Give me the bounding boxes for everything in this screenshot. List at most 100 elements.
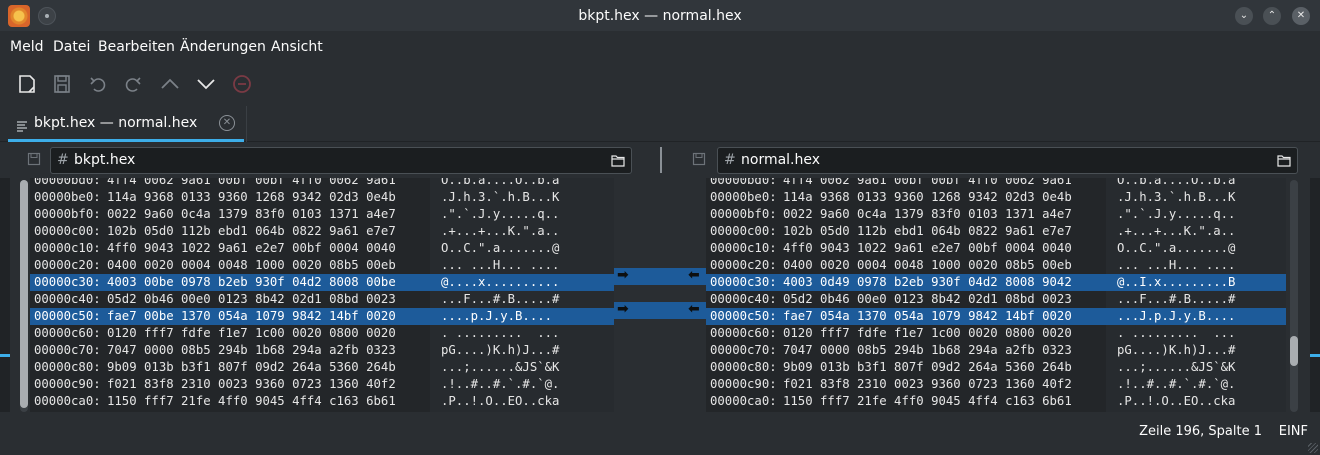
- hex-address: 00000c50:: [34, 309, 101, 323]
- hex-line[interactable]: 00000c90: f021 83f8 2310 0023 9360 0723 1…: [30, 376, 614, 393]
- left-file-chooser[interactable]: # bkpt.hex: [50, 147, 632, 174]
- hex-line[interactable]: 00000c00: 102b 05d0 112b ebd1 064b 0822 9…: [30, 223, 614, 240]
- left-overview-strip[interactable]: [0, 178, 10, 412]
- hex-address: 00000c80:: [34, 360, 101, 374]
- hex-ascii: .J.h.3.`.h.B...K: [441, 190, 560, 204]
- right-save-icon[interactable]: [692, 152, 706, 166]
- redo-icon[interactable]: [121, 72, 145, 96]
- menu-bar: Meld Datei Bearbeiten Änderungen Ansicht: [0, 32, 1320, 62]
- hex-ascii: .+...+...K.".a..: [441, 224, 560, 238]
- hex-line[interactable]: 00000be0: 114a 9368 0133 9360 1268 9342 0…: [30, 189, 614, 206]
- hex-line[interactable]: 00000c40: 05d2 0b46 00e0 0123 8b42 02d1 0…: [30, 291, 614, 308]
- hex-line[interactable]: 00000bf0: 0022 9a60 0c4a 1379 83f0 0103 1…: [30, 206, 614, 223]
- save-icon[interactable]: [50, 72, 74, 96]
- new-document-icon[interactable]: [15, 72, 39, 96]
- hex-address: 00000c40:: [34, 292, 101, 306]
- hex-address: 00000c70:: [710, 343, 777, 357]
- hex-bytes: 9b09 013b b3f1 807f 09d2 264a 5360 264b: [107, 360, 396, 374]
- cursor-position: Zeile 196, Spalte 1: [1139, 424, 1262, 439]
- hex-bytes: 05d2 0b46 00e0 0123 8b42 02d1 08bd 0023: [783, 292, 1072, 306]
- hex-ascii: . ......... ...: [441, 326, 560, 340]
- hex-line[interactable]: 00000c20: 0400 0020 0004 0048 1000 0020 0…: [30, 257, 614, 274]
- right-hex-pane[interactable]: 00000bd0: 4ff4 0062 9a61 00bf 00bf 4ff0 0…: [706, 178, 1286, 412]
- menu-meld[interactable]: Meld: [10, 39, 43, 55]
- hex-line[interactable]: 00000bf0: 0022 9a60 0c4a 1379 83f0 0103 1…: [706, 206, 1286, 223]
- menu-bearbeiten[interactable]: Bearbeiten: [98, 39, 175, 55]
- text-file-icon: [15, 119, 29, 133]
- hex-line[interactable]: 00000ca0: 1150 fff7 21fe 4ff0 9045 4ff4 c…: [706, 393, 1286, 410]
- copy-left-arrow-icon[interactable]: ⬅: [688, 301, 700, 317]
- hex-line[interactable]: 00000c90: f021 83f8 2310 0023 9360 0723 1…: [706, 376, 1286, 393]
- hex-ascii: pG....)K.h)J...#: [441, 343, 560, 357]
- hex-line[interactable]: 00000c70: 7047 0000 08b5 294b 1b68 294a a…: [706, 342, 1286, 359]
- hex-line[interactable]: 00000c30: 4003 0d49 0978 b2eb 930f 04d2 8…: [706, 274, 1286, 291]
- copy-right-arrow-icon[interactable]: ➡: [617, 267, 629, 283]
- left-folder-icon[interactable]: [611, 154, 625, 167]
- next-change-icon[interactable]: [194, 72, 218, 96]
- hex-bytes: fae7 054a 1370 054a 1079 9842 14bf 0020: [783, 309, 1072, 323]
- hex-address: 00000c00:: [34, 224, 101, 238]
- maximize-button[interactable]: ⌃: [1263, 7, 1281, 25]
- hex-address: 00000bd0:: [34, 178, 101, 187]
- copy-right-arrow-icon[interactable]: ➡: [617, 301, 629, 317]
- copy-left-arrow-icon[interactable]: ⬅: [688, 267, 700, 283]
- hex-ascii: .!..#..#.`.#.`@.: [1117, 377, 1236, 391]
- hex-line[interactable]: 00000c70: 7047 0000 08b5 294b 1b68 294a a…: [30, 342, 614, 359]
- hex-bytes: 4ff0 9043 1022 9a61 e2e7 00bf 0004 0040: [107, 241, 396, 255]
- close-window-button[interactable]: ✕: [1292, 7, 1310, 25]
- hex-line[interactable]: 00000c20: 0400 0020 0004 0048 1000 0020 0…: [706, 257, 1286, 274]
- menu-datei[interactable]: Datei: [53, 39, 90, 55]
- hex-line[interactable]: 00000be0: 114a 9368 0133 9360 1268 9342 0…: [706, 189, 1286, 206]
- hex-address: 00000c70:: [34, 343, 101, 357]
- right-scrollbar-thumb[interactable]: [1290, 336, 1298, 366]
- hex-address: 00000c40:: [710, 292, 777, 306]
- hex-bytes: 4003 00be 0978 b2eb 930f 04d2 8008 00be: [107, 275, 396, 289]
- right-file-chooser[interactable]: # normal.hex: [717, 147, 1298, 174]
- minimize-button[interactable]: ⌄: [1235, 7, 1253, 25]
- hex-line[interactable]: 00000c50: fae7 00be 1370 054a 1079 9842 1…: [30, 308, 614, 325]
- hex-address: 00000c20:: [34, 258, 101, 272]
- left-save-icon[interactable]: [27, 152, 41, 166]
- hex-address: 00000c80:: [710, 360, 777, 374]
- resize-grip-icon[interactable]: [1308, 443, 1318, 453]
- right-scrollbar[interactable]: [1290, 180, 1298, 412]
- hex-line[interactable]: 00000c00: 102b 05d0 112b ebd1 064b 0822 9…: [706, 223, 1286, 240]
- stop-icon[interactable]: [230, 72, 254, 96]
- hex-line[interactable]: 00000c10: 4ff0 9043 1022 9a61 e2e7 00bf 0…: [30, 240, 614, 257]
- hex-address: 00000be0:: [710, 190, 777, 204]
- hex-ascii: .!..#..#.`.#.`@.: [441, 377, 560, 391]
- hex-line[interactable]: 00000c60: 0120 fff7 fdfe f1e7 1c00 0020 0…: [30, 325, 614, 342]
- previous-change-icon[interactable]: [158, 72, 182, 96]
- undo-icon[interactable]: [86, 72, 110, 96]
- hex-address: 00000c30:: [710, 275, 777, 289]
- hex-ascii: @....x..........: [441, 275, 560, 289]
- hex-line[interactable]: 00000ca0: 1150 fff7 21fe 4ff0 9045 4ff4 c…: [30, 393, 614, 410]
- hex-bytes: 4ff4 0062 9a61 00bf 00bf 4ff0 0062 9a61: [783, 178, 1072, 187]
- tab-close-icon[interactable]: ✕: [219, 115, 235, 131]
- left-scrollbar[interactable]: [20, 180, 28, 412]
- tab-comparison[interactable]: bkpt.hex — normal.hex ✕: [8, 110, 244, 142]
- hex-line[interactable]: 00000c50: fae7 054a 1370 054a 1079 9842 1…: [706, 308, 1286, 325]
- hex-ascii: ...F...#.B.....#: [1117, 292, 1236, 306]
- right-overview-strip[interactable]: [1310, 178, 1320, 412]
- hex-line[interactable]: 00000c40: 05d2 0b46 00e0 0123 8b42 02d1 0…: [706, 291, 1286, 308]
- left-scrollbar-thumb[interactable]: [20, 180, 28, 408]
- right-folder-icon[interactable]: [1277, 154, 1291, 167]
- hex-line[interactable]: 00000c60: 0120 fff7 fdfe f1e7 1c00 0020 0…: [706, 325, 1286, 342]
- hex-line[interactable]: 00000c10: 4ff0 9043 1022 9a61 e2e7 00bf 0…: [706, 240, 1286, 257]
- hex-bytes: 4ff4 0062 9a61 00bf 00bf 4ff0 0062 9a61: [107, 178, 396, 187]
- hex-ascii: ....p.J.y.B....: [441, 309, 553, 323]
- hex-ascii: . ......... ...: [1117, 326, 1236, 340]
- hex-line[interactable]: 00000bd0: 4ff4 0062 9a61 00bf 00bf 4ff0 0…: [706, 178, 1286, 189]
- hex-line[interactable]: 00000c80: 9b09 013b b3f1 807f 09d2 264a 5…: [30, 359, 614, 376]
- hex-line[interactable]: 00000bd0: 4ff4 0062 9a61 00bf 00bf 4ff0 0…: [30, 178, 614, 189]
- hex-line[interactable]: 00000c80: 9b09 013b b3f1 807f 09d2 264a 5…: [706, 359, 1286, 376]
- hex-address: 00000c90:: [710, 377, 777, 391]
- menu-ansicht[interactable]: Ansicht: [271, 39, 323, 55]
- menu-aenderungen[interactable]: Änderungen: [180, 39, 266, 55]
- hex-ascii: ...;......&JS`&K: [441, 360, 560, 374]
- left-hex-pane[interactable]: 00000bd0: 4ff4 0062 9a61 00bf 00bf 4ff0 0…: [30, 178, 614, 412]
- insert-mode[interactable]: EINF: [1279, 424, 1308, 439]
- hex-line[interactable]: 00000c30: 4003 00be 0978 b2eb 930f 04d2 8…: [30, 274, 614, 291]
- hex-bytes: 9b09 013b b3f1 807f 09d2 264a 5360 264b: [783, 360, 1072, 374]
